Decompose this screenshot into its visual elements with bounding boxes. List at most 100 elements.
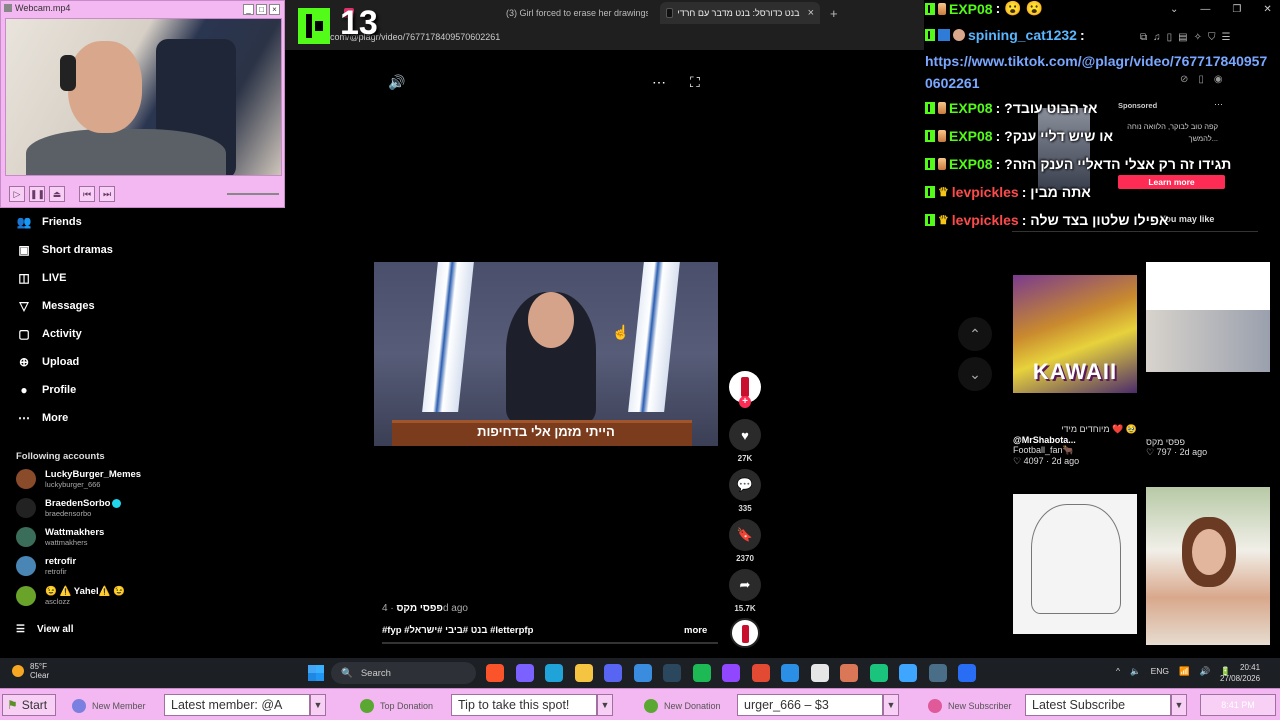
ad-options-icon[interactable]: ⋯ <box>1214 99 1223 110</box>
tab-search-button[interactable]: ⌄ <box>1170 4 1178 15</box>
chat-username[interactable]: spining_cat1232 <box>968 27 1077 43</box>
taskbar-app-copilot-icon[interactable] <box>515 664 534 682</box>
sidebar-item-live[interactable]: ◫ LIVE <box>16 266 66 290</box>
video-progress-bar[interactable] <box>382 642 718 644</box>
extensions-icon[interactable]: ⧉ <box>1140 32 1147 43</box>
top-donation-dropdown[interactable]: ▼ <box>597 694 613 716</box>
follow-button[interactable]: + <box>739 396 751 408</box>
chat-username[interactable]: EXP08 <box>949 156 993 172</box>
previous-video-button[interactable]: ⌃ <box>958 317 992 351</box>
taskbar-app-spotify-icon[interactable] <box>692 664 711 682</box>
taskbar-app-steam2-icon[interactable] <box>928 664 947 682</box>
tab-youtube[interactable]: (3) Girl forced to erase her drawings <box>502 4 648 22</box>
taskbar-clock[interactable]: 20:41 27/08/2026 <box>1220 662 1260 684</box>
options-icon[interactable]: ⋯ <box>652 74 666 91</box>
video-hashtags[interactable]: #fyp #בנט #ביבי #ישראל #letterpfp <box>382 625 533 636</box>
following-account[interactable]: 😉 ⚠️ Yahel⚠️ 😉 asclozz <box>16 583 125 609</box>
sidebar-item-friends[interactable]: 👥 Friends <box>16 210 82 234</box>
restore-window-button[interactable]: ❐ <box>1232 4 1241 15</box>
heart-icon[interactable]: ♥ <box>729 419 761 451</box>
comment-icon[interactable]: 💬 <box>729 469 761 501</box>
maximize-button[interactable]: □ <box>256 4 267 15</box>
play-button[interactable]: ▷ <box>9 186 25 202</box>
ad-thumbnail[interactable] <box>1038 108 1090 190</box>
video-author-line[interactable]: פפסי מקס · 4d ago <box>382 603 468 614</box>
next-button[interactable]: ⏭ <box>99 186 115 202</box>
close-tab-icon[interactable]: × <box>808 7 814 19</box>
view-all-button[interactable]: ☰ View all <box>16 624 73 635</box>
address-bar[interactable]: com/@plagr/video/7677178409570602261 <box>284 26 924 50</box>
close-button[interactable]: × <box>269 4 280 15</box>
minimize-button[interactable]: _ <box>243 4 254 15</box>
recommended-thumbnail[interactable] <box>1146 487 1270 645</box>
volume-icon[interactable]: 🔊 <box>388 74 405 91</box>
recommended-thumbnail[interactable]: KAWAII <box>1013 275 1137 393</box>
following-account[interactable]: LuckyBurger_Memes luckyburger_666 <box>16 466 141 492</box>
recommended-thumbnail[interactable] <box>1013 494 1137 634</box>
taskbar-app-files-icon[interactable] <box>574 664 593 682</box>
previous-button[interactable]: ⏮ <box>79 186 95 202</box>
bookmark-icon[interactable]: 🔖 <box>729 519 761 551</box>
chat-username[interactable]: EXP08 <box>949 1 993 17</box>
new-tab-button[interactable]: + <box>830 4 838 22</box>
wallet-icon[interactable]: ▤ <box>1178 32 1187 43</box>
media-icon[interactable]: ♫ <box>1153 32 1161 43</box>
save-action[interactable]: 🔖 2370 <box>728 519 762 563</box>
network-icon[interactable]: 📶 <box>1179 666 1190 677</box>
sidebar-item-more[interactable]: ⋯ More <box>16 406 68 430</box>
sidebar-icon[interactable]: ▯ <box>1167 32 1173 43</box>
language-indicator[interactable]: ENG <box>1151 666 1169 677</box>
taskbar-app-app-arc-icon[interactable] <box>958 664 976 682</box>
taskbar-app-claude-icon[interactable] <box>840 664 858 682</box>
new-donation-field[interactable]: urger_666 – $3 <box>737 694 883 716</box>
taskbar-app-discord-icon[interactable] <box>604 664 622 682</box>
taskbar-app-steam-icon[interactable] <box>663 664 681 682</box>
taskbar-app-vscode-icon[interactable] <box>781 664 799 682</box>
sidebar-item-upload[interactable]: ⊕ Upload <box>16 350 79 374</box>
chat-username[interactable]: levpickles <box>952 212 1019 228</box>
sidebar-item-activity[interactable]: ▢ Activity <box>16 322 81 346</box>
microphone-icon[interactable]: 🔈 <box>1130 666 1141 677</box>
new-donation-dropdown[interactable]: ▼ <box>883 694 899 716</box>
sound-avatar[interactable] <box>730 618 760 648</box>
menu-icon[interactable]: ☰ <box>1222 32 1231 43</box>
taskbar-app-app-red-icon[interactable] <box>751 664 770 682</box>
taskbar-app-docs-icon[interactable] <box>810 664 829 682</box>
minimize-window-button[interactable]: — <box>1200 4 1210 15</box>
following-account[interactable]: retrofir retrofir <box>16 553 76 579</box>
puzzle-icon[interactable]: ✧ <box>1194 32 1202 43</box>
weather-widget[interactable]: 85°F Clear <box>12 662 49 680</box>
taskbar-app-app-green-icon[interactable] <box>869 664 888 682</box>
chat-username[interactable]: EXP08 <box>949 100 993 116</box>
next-video-button[interactable]: ⌄ <box>958 357 992 391</box>
close-window-button[interactable]: ✕ <box>1263 4 1271 15</box>
following-account[interactable]: BraedenSorbo braedensorbo <box>16 495 122 521</box>
taskbar-app-edge-icon[interactable] <box>545 664 563 682</box>
sidebar-item-short-dramas[interactable]: ▣ Short dramas <box>16 238 113 262</box>
seek-bar[interactable] <box>227 193 279 195</box>
chat-link[interactable]: https://www.tiktok.com/@plagr/video/7677… <box>925 50 1275 94</box>
shield-icon[interactable]: ⛉ <box>1208 32 1216 43</box>
recommended-thumbnail[interactable] <box>1146 262 1270 372</box>
new-member-field[interactable]: Latest member: @A <box>164 694 310 716</box>
start-button[interactable]: ⚑ Start <box>2 694 56 716</box>
like-action[interactable]: ♥ 27K <box>728 419 762 463</box>
video-player[interactable]: הייתי מזמן אלי בדחיפות <box>374 262 718 446</box>
share-action[interactable]: ➦ 15.7K <box>728 569 762 613</box>
pause-button[interactable]: ❚❚ <box>29 186 45 202</box>
tab-tiktok[interactable]: בנט כדורסל: בנט מדבר עם חרדי × <box>660 2 820 24</box>
share-icon[interactable]: ➦ <box>729 569 761 601</box>
taskbar-app-app-purple-icon[interactable] <box>722 664 740 682</box>
fullscreen-icon[interactable]: ⛶ <box>690 74 700 91</box>
taskbar-app-brave-icon[interactable] <box>486 664 504 682</box>
top-donation-field[interactable]: Tip to take this spot! <box>451 694 597 716</box>
learn-more-button[interactable]: Learn more <box>1118 175 1225 189</box>
eject-button[interactable]: ⏏ <box>49 186 65 202</box>
new-member-dropdown[interactable]: ▼ <box>310 694 326 716</box>
tray-overflow-icon[interactable]: ^ <box>1116 666 1120 677</box>
chat-username[interactable]: EXP08 <box>949 128 993 144</box>
sidebar-item-profile[interactable]: ● Profile <box>16 378 76 402</box>
new-subscriber-field[interactable]: Latest Subscribe <box>1025 694 1171 716</box>
new-subscriber-dropdown[interactable]: ▼ <box>1171 694 1187 716</box>
following-account[interactable]: Wattmakhers wattmakhers <box>16 524 104 550</box>
